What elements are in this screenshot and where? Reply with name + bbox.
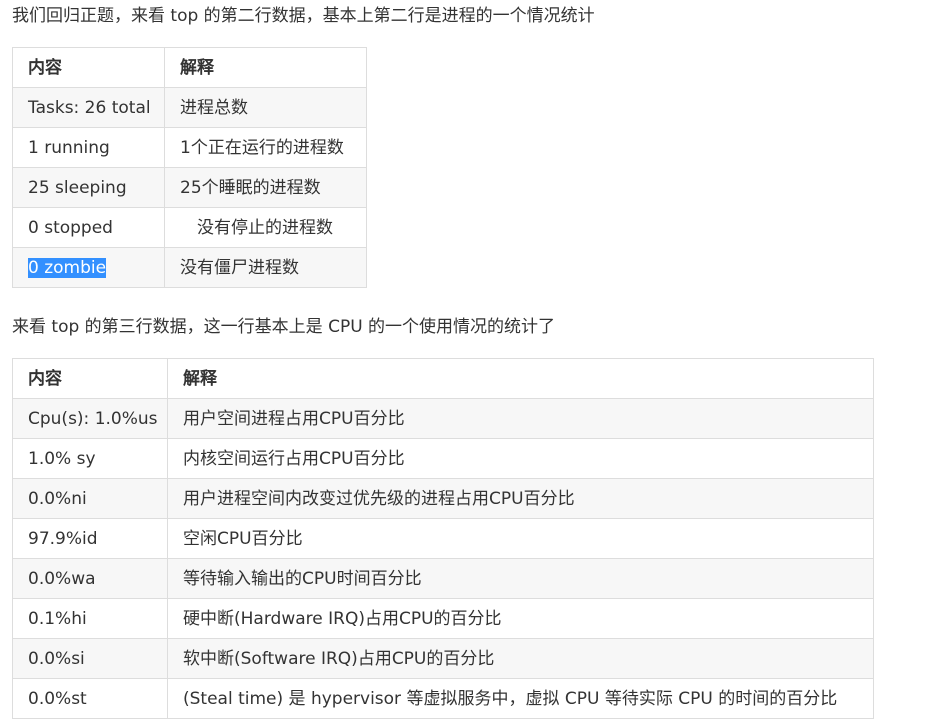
column-header-content: 内容 [12,358,168,399]
cell-explanation: 等待输入输出的CPU时间百分比 [167,558,874,599]
intro-paragraph-cpu: 来看 top 的第三行数据，这一行基本上是 CPU 的一个使用情况的统计了 [12,317,556,337]
cell-content: 0.0%ni [12,478,168,519]
column-header-content: 内容 [12,47,165,88]
cell-explanation: (Steal time) 是 hypervisor 等虚拟服务中，虚拟 CPU … [167,678,874,719]
cell-explanation: 用户空间进程占用CPU百分比 [167,398,874,439]
intro-paragraph-process: 我们回归正题，来看 top 的第二行数据，基本上第二行是进程的一个情况统计 [12,6,595,26]
table-row: 1 running 1个正在运行的进程数 [12,127,367,168]
table-header-row: 内容 解释 [12,47,367,88]
table-row: 0 stopped 没有停止的进程数 [12,207,367,248]
table-row: 1.0% sy 内核空间运行占用CPU百分比 [12,438,874,479]
table-row: 25 sleeping 25个睡眠的进程数 [12,167,367,208]
cell-content: 0 stopped [12,207,165,248]
cell-content: 1 running [12,127,165,168]
cell-explanation: 空闲CPU百分比 [167,518,874,559]
cell-content: 0.0%wa [12,558,168,599]
cell-explanation: 内核空间运行占用CPU百分比 [167,438,874,479]
table-row: 0.1%hi 硬中断(Hardware IRQ)占用CPU的百分比 [12,598,874,639]
cell-content: 0.0%si [12,638,168,679]
cell-explanation: 硬中断(Hardware IRQ)占用CPU的百分比 [167,598,874,639]
table-row: 0.0%si 软中断(Software IRQ)占用CPU的百分比 [12,638,874,679]
cell-content: 25 sleeping [12,167,165,208]
cell-explanation: 用户进程空间内改变过优先级的进程占用CPU百分比 [167,478,874,519]
cell-content: Cpu(s): 1.0%us [12,398,168,439]
table-row: Cpu(s): 1.0%us 用户空间进程占用CPU百分比 [12,398,874,439]
table-row: 0.0%wa 等待输入输出的CPU时间百分比 [12,558,874,599]
cell-explanation: 1个正在运行的进程数 [164,127,367,168]
selected-text[interactable]: 0 zombie [28,257,107,278]
cell-content: 0.0%st [12,678,168,719]
cell-content: 0 zombie [12,247,165,288]
table-header-row: 内容 解释 [12,358,874,399]
column-header-explanation: 解释 [164,47,367,88]
cell-content: Tasks: 26 total [12,87,165,128]
cell-content: 1.0% sy [12,438,168,479]
cell-explanation: 没有停止的进程数 [164,207,367,248]
cpu-stats-table: 内容 解释 Cpu(s): 1.0%us 用户空间进程占用CPU百分比 1.0% … [12,358,874,719]
cell-explanation: 进程总数 [164,87,367,128]
table-row: 0.0%st (Steal time) 是 hypervisor 等虚拟服务中，虚… [12,678,874,719]
column-header-explanation: 解释 [167,358,874,399]
cell-explanation: 25个睡眠的进程数 [164,167,367,208]
cell-explanation: 软中断(Software IRQ)占用CPU的百分比 [167,638,874,679]
table-row: 0.0%ni 用户进程空间内改变过优先级的进程占用CPU百分比 [12,478,874,519]
cell-explanation: 没有僵尸进程数 [164,247,367,288]
cell-content: 97.9%id [12,518,168,559]
table-row: 0 zombie 没有僵尸进程数 [12,247,367,288]
table-row: 97.9%id 空闲CPU百分比 [12,518,874,559]
process-stats-table: 内容 解释 Tasks: 26 total 进程总数 1 running 1个正… [12,47,367,288]
cell-content: 0.1%hi [12,598,168,639]
table-row: Tasks: 26 total 进程总数 [12,87,367,128]
